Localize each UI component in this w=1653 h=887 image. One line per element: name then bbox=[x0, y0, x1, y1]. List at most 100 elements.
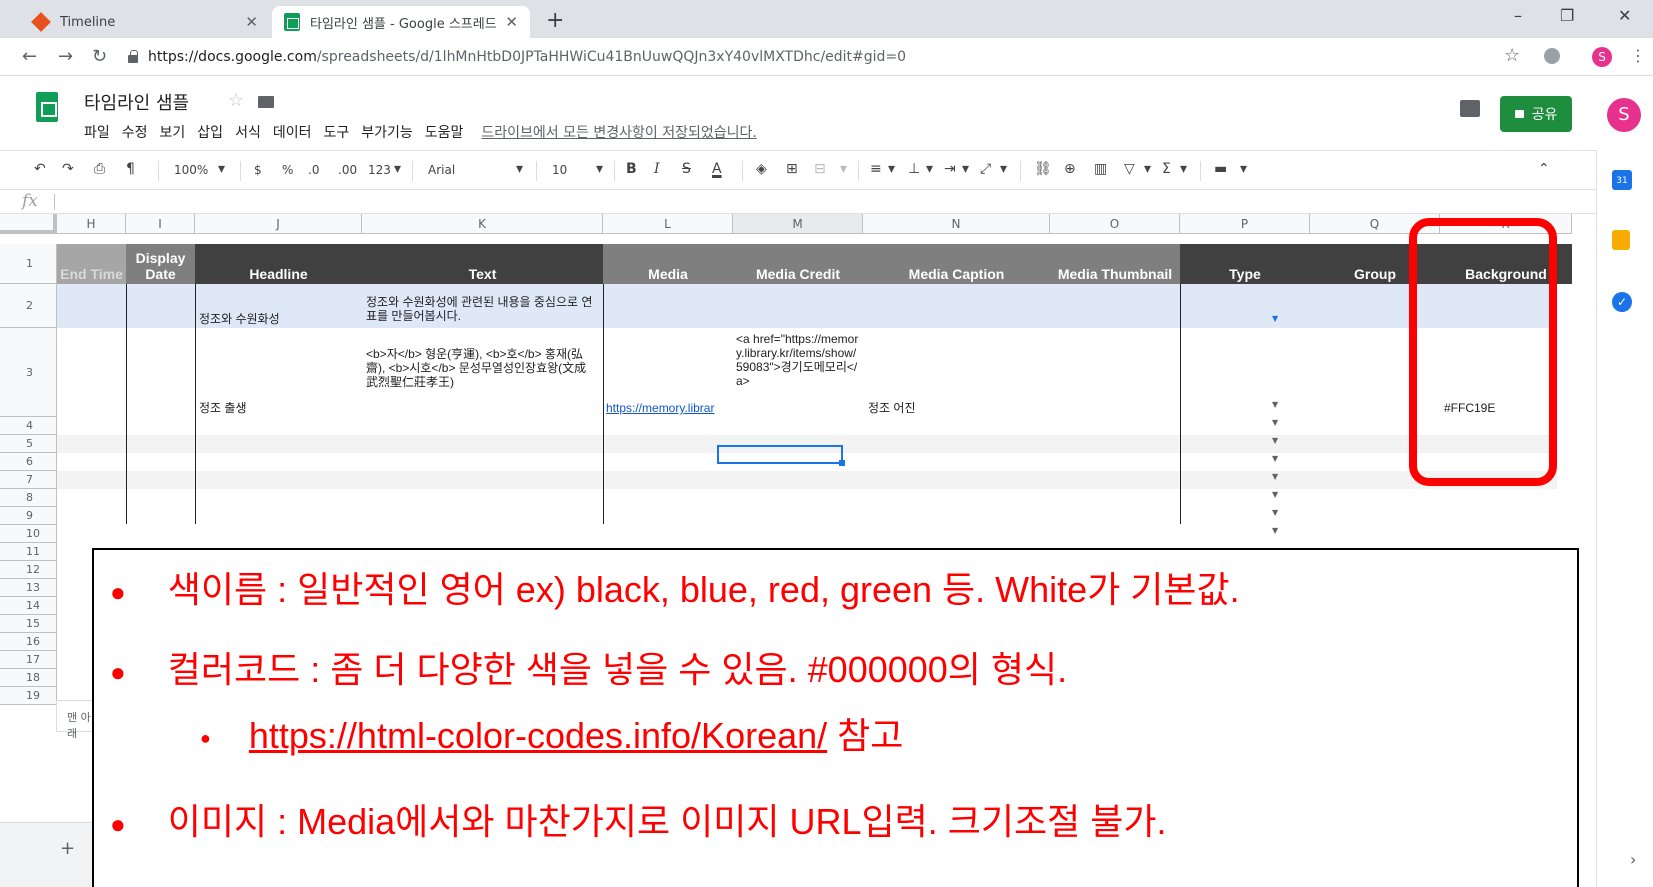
font-size-select[interactable]: 10 bbox=[552, 163, 567, 177]
document-title[interactable]: 타임라인 샘플 bbox=[84, 89, 189, 115]
row-header[interactable]: 8 bbox=[0, 489, 57, 507]
collapse-toolbar-icon[interactable]: ⌃ bbox=[1538, 161, 1550, 177]
formula-input[interactable] bbox=[62, 194, 1562, 210]
row-header[interactable]: 16 bbox=[0, 633, 57, 651]
dropdown-arrow-icon[interactable]: ▼ bbox=[1272, 508, 1278, 517]
currency-button[interactable]: $ bbox=[254, 163, 262, 177]
row-header[interactable]: 14 bbox=[0, 597, 57, 615]
save-status[interactable]: 드라이브에서 모든 변경사항이 저장되었습니다. bbox=[481, 122, 756, 142]
text-wrap-icon[interactable]: ⇥ bbox=[944, 161, 956, 177]
chevron-down-icon[interactable]: ▾ bbox=[218, 161, 225, 177]
chevron-down-icon[interactable]: ▾ bbox=[1180, 161, 1187, 177]
bold-button[interactable]: B bbox=[626, 161, 637, 177]
maximize-icon[interactable]: ❐ bbox=[1560, 6, 1574, 25]
row-header[interactable]: 12 bbox=[0, 561, 57, 579]
menu-tools[interactable]: 도구 bbox=[323, 122, 349, 142]
tasks-icon[interactable]: ✓ bbox=[1612, 292, 1632, 312]
more-formats-button[interactable]: 123 bbox=[368, 163, 391, 177]
tab-close-icon[interactable]: ✕ bbox=[245, 13, 258, 31]
header-media[interactable]: Media bbox=[603, 244, 733, 284]
folder-icon[interactable] bbox=[258, 96, 274, 108]
percent-button[interactable]: % bbox=[282, 163, 293, 177]
italic-button[interactable]: I bbox=[654, 161, 660, 177]
chevron-down-icon[interactable]: ▾ bbox=[1000, 161, 1007, 177]
header-media-credit[interactable]: Media Credit bbox=[733, 244, 863, 284]
minimize-icon[interactable]: – bbox=[1514, 6, 1522, 25]
header-end-time[interactable]: End Time bbox=[57, 244, 126, 284]
cell-m3[interactable]: <a href="https://memory.library.kr/items… bbox=[736, 332, 860, 416]
input-tools-icon[interactable]: ▬ bbox=[1214, 161, 1227, 177]
paint-format-icon[interactable]: ¶ bbox=[126, 161, 135, 177]
row-header[interactable]: 9 bbox=[0, 507, 57, 525]
row-header[interactable]: 19 bbox=[0, 687, 57, 705]
text-color-button[interactable]: A bbox=[712, 161, 722, 177]
title-star-icon[interactable]: ☆ bbox=[228, 90, 244, 111]
menu-data[interactable]: 데이터 bbox=[273, 122, 312, 142]
chevron-down-icon[interactable]: ▾ bbox=[394, 161, 401, 177]
cell-j2[interactable]: 정조와 수원화성 bbox=[199, 312, 359, 326]
undo-icon[interactable]: ↶ bbox=[34, 161, 46, 177]
header-display-date[interactable]: Display Date bbox=[126, 244, 195, 284]
account-avatar[interactable]: S bbox=[1607, 98, 1641, 132]
dropdown-arrow-icon[interactable]: ▼ bbox=[1272, 454, 1278, 463]
row-header[interactable]: 5 bbox=[0, 435, 57, 453]
horizontal-align-icon[interactable]: ≡ bbox=[870, 161, 882, 177]
dropdown-arrow-icon[interactable]: ▼ bbox=[1272, 490, 1278, 499]
column-header-n[interactable]: N bbox=[863, 214, 1050, 234]
reload-icon[interactable]: ↻ bbox=[92, 46, 107, 67]
url-input[interactable]: https://docs.google.com/spreadsheets/d/1… bbox=[128, 43, 1528, 71]
cell-k3[interactable]: <b>자</b> 형운(亨運), <b>호</b> 홍재(弘齋), <b>시호<… bbox=[366, 347, 598, 415]
extension-globe-icon[interactable] bbox=[1544, 48, 1560, 64]
cell-j3[interactable]: 정조 출생 bbox=[199, 401, 359, 415]
vertical-align-icon[interactable]: ⊥ bbox=[908, 161, 920, 177]
column-header-m[interactable]: M bbox=[733, 214, 863, 234]
menu-addons[interactable]: 부가기능 bbox=[361, 122, 413, 142]
row-header[interactable]: 10 bbox=[0, 525, 57, 543]
font-select[interactable]: Arial bbox=[428, 163, 455, 177]
cell-n3[interactable]: 정조 어진 bbox=[868, 401, 1048, 415]
chevron-down-icon[interactable]: ▾ bbox=[516, 161, 523, 177]
zoom-select[interactable]: 100% bbox=[174, 163, 208, 177]
insert-chart-icon[interactable]: ▥ bbox=[1094, 161, 1107, 177]
header-media-caption[interactable]: Media Caption bbox=[863, 244, 1050, 284]
column-header-i[interactable]: I bbox=[126, 214, 195, 234]
increase-decimal-button[interactable]: .00 bbox=[338, 163, 357, 177]
dropdown-arrow-icon[interactable]: ▼ bbox=[1272, 418, 1278, 427]
tab-sheets[interactable]: 타임라인 샘플 - Google 스프레드 ✕ bbox=[272, 6, 530, 38]
chevron-down-icon[interactable]: ▾ bbox=[840, 161, 847, 177]
add-sheet-icon[interactable]: + bbox=[60, 838, 75, 859]
window-close-icon[interactable]: ✕ bbox=[1618, 6, 1631, 25]
text-rotation-icon[interactable]: ⤢ bbox=[980, 161, 991, 177]
chevron-down-icon[interactable]: ▾ bbox=[1144, 161, 1151, 177]
forward-arrow-icon[interactable]: → bbox=[58, 46, 73, 67]
row-header[interactable]: 7 bbox=[0, 471, 57, 489]
sheets-logo-icon[interactable] bbox=[36, 92, 58, 122]
row-header[interactable]: 4 bbox=[0, 417, 57, 435]
header-media-thumbnail[interactable]: Media Thumbnail bbox=[1050, 244, 1180, 284]
menu-edit[interactable]: 수정 bbox=[122, 122, 148, 142]
menu-file[interactable]: 파일 bbox=[84, 122, 110, 142]
row-header[interactable]: 11 bbox=[0, 543, 57, 561]
column-header-p[interactable]: P bbox=[1180, 214, 1310, 234]
column-header-j[interactable]: J bbox=[195, 214, 362, 234]
chevron-down-icon[interactable]: ▾ bbox=[926, 161, 933, 177]
share-button[interactable]: 공유 bbox=[1500, 96, 1572, 132]
dropdown-arrow-icon[interactable]: ▼ bbox=[1272, 400, 1278, 409]
row-header[interactable]: 3 bbox=[0, 328, 57, 417]
menu-format[interactable]: 서식 bbox=[235, 122, 261, 142]
chevron-down-icon[interactable]: ▾ bbox=[962, 161, 969, 177]
expand-panel-icon[interactable]: › bbox=[1630, 850, 1636, 869]
row-header[interactable]: 6 bbox=[0, 453, 57, 471]
print-icon[interactable]: ⎙ bbox=[94, 161, 105, 177]
tab-timeline[interactable]: Timeline ✕ bbox=[20, 6, 270, 38]
color-codes-link[interactable]: https://html-color-codes.info/Korean/ bbox=[249, 715, 827, 756]
column-header-l[interactable]: L bbox=[603, 214, 733, 234]
insert-link-icon[interactable]: ⛓ bbox=[1034, 161, 1052, 177]
header-headline[interactable]: Headline bbox=[195, 244, 362, 284]
row-header[interactable]: 15 bbox=[0, 615, 57, 633]
active-cell-selection[interactable] bbox=[717, 445, 845, 466]
merge-cells-icon[interactable]: ⊟ bbox=[814, 161, 826, 177]
column-header-k[interactable]: K bbox=[362, 214, 603, 234]
dropdown-arrow-icon[interactable]: ▼ bbox=[1272, 472, 1278, 481]
filter-icon[interactable]: ▽ bbox=[1124, 161, 1135, 177]
